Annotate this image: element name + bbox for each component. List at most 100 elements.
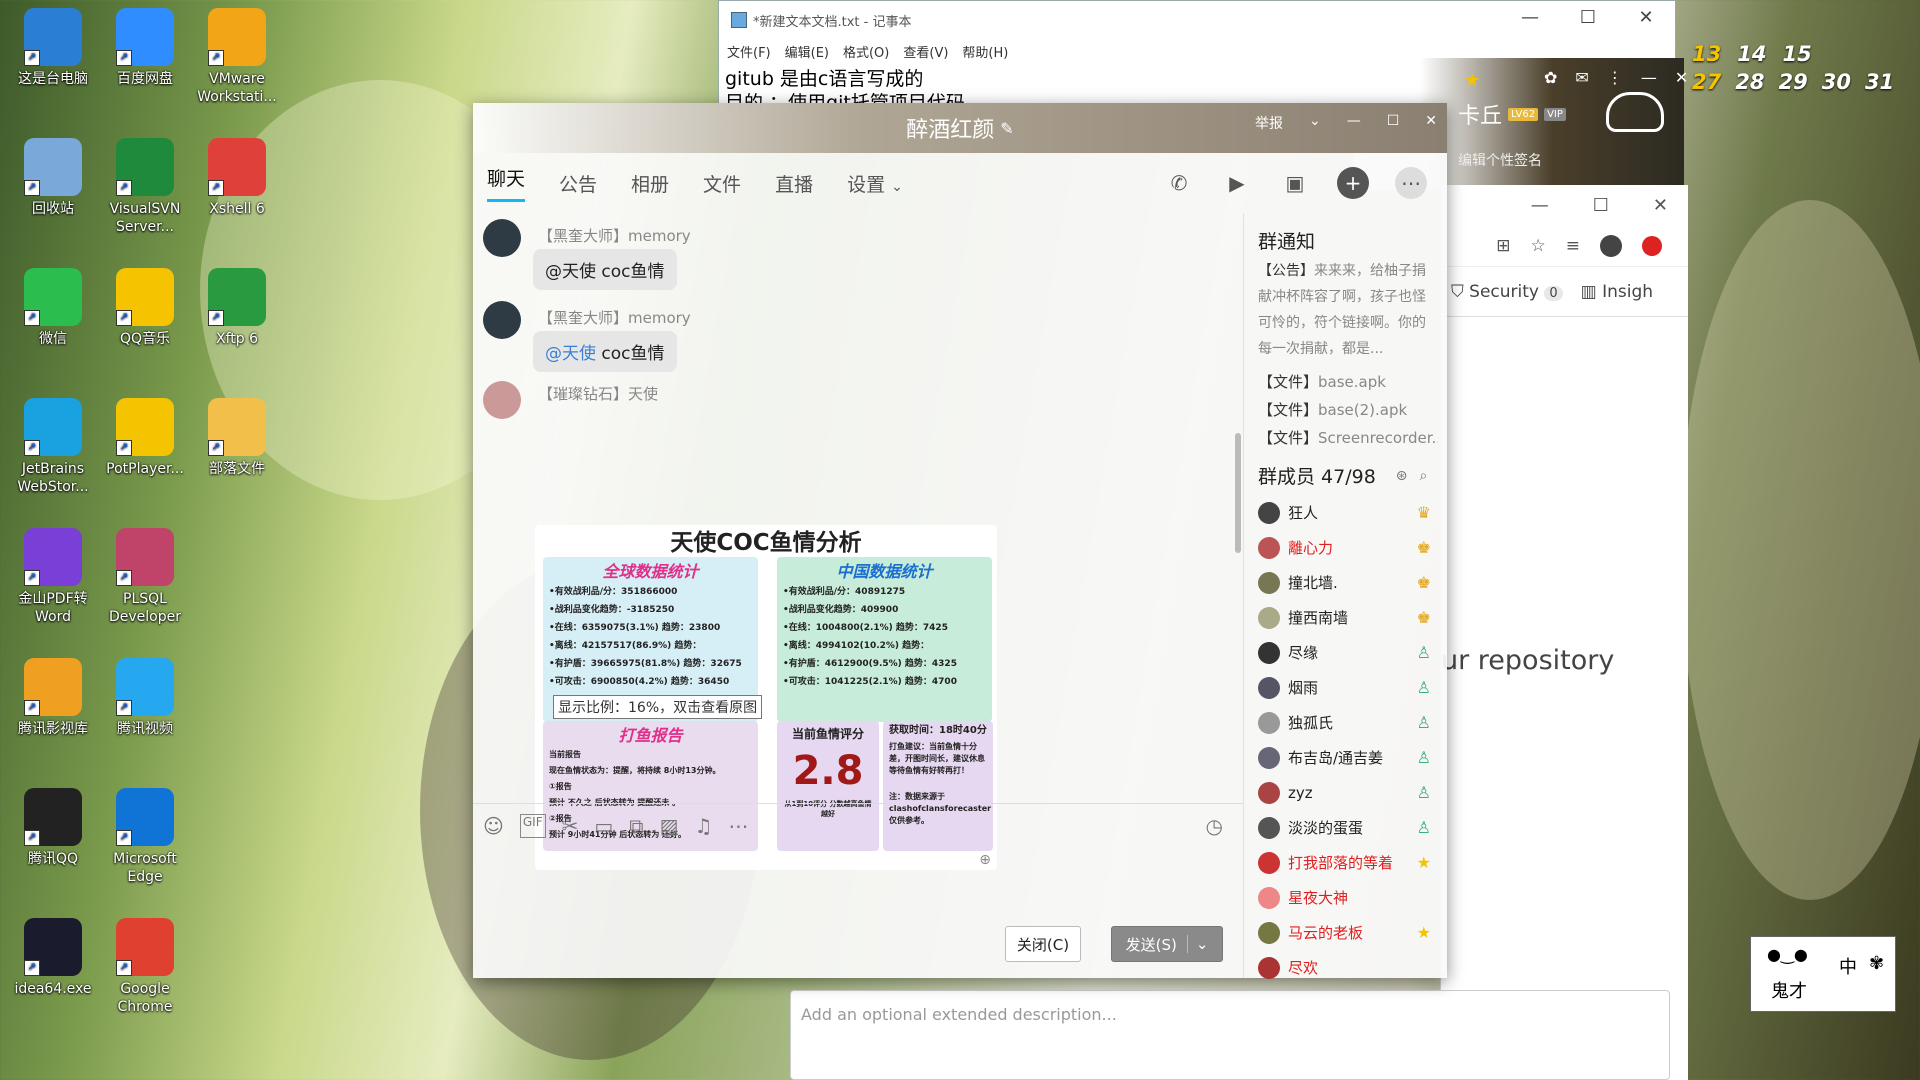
edit-icon[interactable]: ✎	[1000, 119, 1013, 138]
menu-help[interactable]: 帮助(H)	[962, 42, 1008, 61]
ime-settings-icon[interactable]: ✾	[1869, 953, 1884, 974]
emoji-icon[interactable]: ☺	[483, 814, 504, 838]
member-item[interactable]: 離心力 ♚	[1258, 530, 1447, 565]
chevron-down-icon[interactable]: ⌄	[1186, 935, 1208, 953]
menu-edit[interactable]: 编辑(E)	[785, 42, 829, 61]
more-icon[interactable]: ⋯	[1395, 167, 1427, 199]
member-item[interactable]: 撞西南墙 ♚	[1258, 600, 1447, 635]
avatar[interactable]	[1258, 851, 1280, 874]
phone-icon[interactable]: ✆	[1163, 167, 1195, 199]
member-item[interactable]: 马云的老板 ★	[1258, 915, 1447, 950]
more-icon[interactable]: ⋯	[728, 814, 748, 838]
desktop-icon[interactable]: ↗ 百度网盘	[100, 8, 190, 88]
send-button[interactable]: 发送(S) ⌄	[1111, 926, 1223, 962]
avatar[interactable]	[483, 381, 521, 419]
tab-album[interactable]: 相册	[631, 170, 669, 197]
desktop-icon[interactable]: ↗ 这是台电脑	[8, 8, 98, 88]
avatar[interactable]	[1258, 921, 1280, 944]
close-icon[interactable]: ✕	[1617, 7, 1675, 28]
desktop-icon[interactable]: ↗ Microsoft Edge	[100, 788, 190, 886]
member-item[interactable]: 尽欢	[1258, 950, 1447, 985]
maximize-icon[interactable]: ☐	[1559, 7, 1617, 28]
avatar[interactable]	[483, 219, 521, 257]
chat-titlebar[interactable]: 醉酒红颜 ✎ 举报 ⌄ — ☐ ✕	[473, 103, 1447, 153]
member-item[interactable]: zyz ♙	[1258, 775, 1447, 810]
reading-list-icon[interactable]: ≡	[1566, 236, 1580, 256]
file-item[interactable]: 【文件】base(2).apk	[1258, 396, 1438, 424]
member-item[interactable]: 星夜大神	[1258, 880, 1447, 915]
desktop-icon[interactable]: ↗ idea64.exe	[8, 918, 98, 998]
avatar[interactable]	[1258, 571, 1280, 594]
desktop-icon[interactable]: ↗ 金山PDF转 Word	[8, 528, 98, 626]
star-icon[interactable]: ★	[1464, 70, 1480, 91]
avatar[interactable]	[1258, 641, 1280, 664]
translate-icon[interactable]: ⊞	[1496, 236, 1510, 256]
desktop-icon[interactable]: ↗ QQ音乐	[100, 268, 190, 348]
avatar[interactable]	[1258, 886, 1280, 909]
desktop-icon[interactable]: ↗ VisualSVN Server...	[100, 138, 190, 236]
maximize-icon[interactable]: ☐	[1387, 113, 1400, 133]
message-bubble[interactable]: @天使 coc鱼情	[533, 331, 677, 372]
gif-icon[interactable]: GIF	[519, 814, 546, 838]
extension-icon[interactable]	[1642, 235, 1662, 256]
desktop-icon[interactable]: ↗ 腾讯视频	[100, 658, 190, 738]
avatar[interactable]	[1258, 606, 1280, 629]
folder-icon[interactable]: ▭	[594, 814, 613, 838]
video-call-icon[interactable]: ▶	[1221, 167, 1253, 199]
menu-view[interactable]: 查看(V)	[903, 42, 948, 61]
add-app-icon[interactable]: +	[1337, 167, 1369, 199]
member-item[interactable]: 独孤氏 ♙	[1258, 705, 1447, 740]
desktop-icon[interactable]: ↗ 部落文件	[192, 398, 282, 478]
file-item[interactable]: 【文件】Screenrecorder...	[1258, 424, 1438, 452]
avatar[interactable]	[1258, 536, 1280, 559]
tab-announcement[interactable]: 公告	[559, 170, 597, 197]
close-icon[interactable]: ✕	[1675, 68, 1688, 87]
report-button[interactable]: 举报	[1255, 113, 1283, 133]
close-icon[interactable]: ✕	[1653, 195, 1668, 216]
bell-icon[interactable]: ♫	[694, 814, 712, 838]
member-item[interactable]: 撞北墙. ♚	[1258, 565, 1447, 600]
menu-format[interactable]: 格式(O)	[843, 42, 889, 61]
tab-chat[interactable]: 聊天	[487, 164, 526, 202]
desktop-icon[interactable]: ↗ 腾讯影视库	[8, 658, 98, 738]
profile-icon[interactable]	[1600, 234, 1622, 257]
mention[interactable]: @天使	[545, 344, 596, 364]
tab-insights[interactable]: ▥ Insigh	[1581, 282, 1653, 302]
desktop-icon[interactable]: ↗ 回收站	[8, 138, 98, 218]
image-icon[interactable]: ▨	[660, 814, 679, 838]
avatar[interactable]	[1258, 746, 1280, 769]
bookmark-star-icon[interactable]: ☆	[1531, 236, 1546, 256]
ime-language-toggle[interactable]: 中	[1839, 953, 1857, 979]
history-clock-icon[interactable]: ◷	[1206, 814, 1223, 838]
chevron-down-icon[interactable]: ⌄	[1309, 113, 1321, 133]
member-item[interactable]: 淡淡的蛋蛋 ♙	[1258, 810, 1447, 845]
browser-window[interactable]: — ☐ ✕ ⊞ ☆ ≡ ⛉ Security 0 ▥ Insigh ur rep…	[1440, 185, 1688, 1080]
avatar[interactable]	[1258, 956, 1280, 979]
settings-icon[interactable]: ✿	[1544, 68, 1557, 87]
qq-group-chat-window[interactable]: 醉酒红颜 ✎ 举报 ⌄ — ☐ ✕ 聊天 公告 相册 文件 直播 设置 ⌄ ✆ …	[473, 103, 1447, 979]
member-item[interactable]: 布吉岛/通吉姜 ♙	[1258, 740, 1447, 775]
desktop-icon[interactable]: ↗ Xshell 6	[192, 138, 282, 218]
close-button[interactable]: 关闭(C)	[1005, 926, 1081, 962]
close-icon[interactable]: ✕	[1425, 113, 1437, 133]
desktop-icon[interactable]: ↗ PLSQL Developer	[100, 528, 190, 626]
minimize-icon[interactable]: —	[1501, 7, 1559, 28]
tab-live[interactable]: 直播	[775, 170, 813, 197]
member-item[interactable]: 打我部落的等着 ★	[1258, 845, 1447, 880]
desktop-icon[interactable]: ↗ PotPlayer...	[100, 398, 190, 478]
class-icon[interactable]: ▣	[1279, 167, 1311, 199]
member-list[interactable]: 狂人 ♛ 離心力 ♚ 撞北墙. ♚ 撞西南墙 ♚ 尽缘 ♙ 烟雨 ♙ 独孤氏 ♙ 布吉岛/通吉姜 ♙ zyz ♙ 淡…	[1258, 495, 1447, 985]
mail-icon[interactable]: ✉	[1575, 68, 1588, 87]
avatar[interactable]	[1258, 711, 1280, 734]
minimize-icon[interactable]: —	[1641, 68, 1657, 87]
avatar[interactable]	[1258, 676, 1280, 699]
message-input-area[interactable]: ☺ GIF ✂ ▭ ⧉ ▨ ♫ ⋯ ◷ 关闭(C) 发送(S) ⌄	[473, 803, 1243, 978]
more-icon[interactable]: ⋮	[1607, 68, 1623, 87]
search-icon[interactable]: ⌕	[1420, 468, 1428, 484]
scrollbar[interactable]	[1235, 433, 1241, 553]
maximize-icon[interactable]: ☐	[1593, 195, 1609, 216]
member-item[interactable]: 尽缘 ♙	[1258, 635, 1447, 670]
desktop-icon[interactable]: ↗ 微信	[8, 268, 98, 348]
member-item[interactable]: 狂人 ♛	[1258, 495, 1447, 530]
desktop-icon[interactable]: ↗ JetBrains WebStor...	[8, 398, 98, 496]
